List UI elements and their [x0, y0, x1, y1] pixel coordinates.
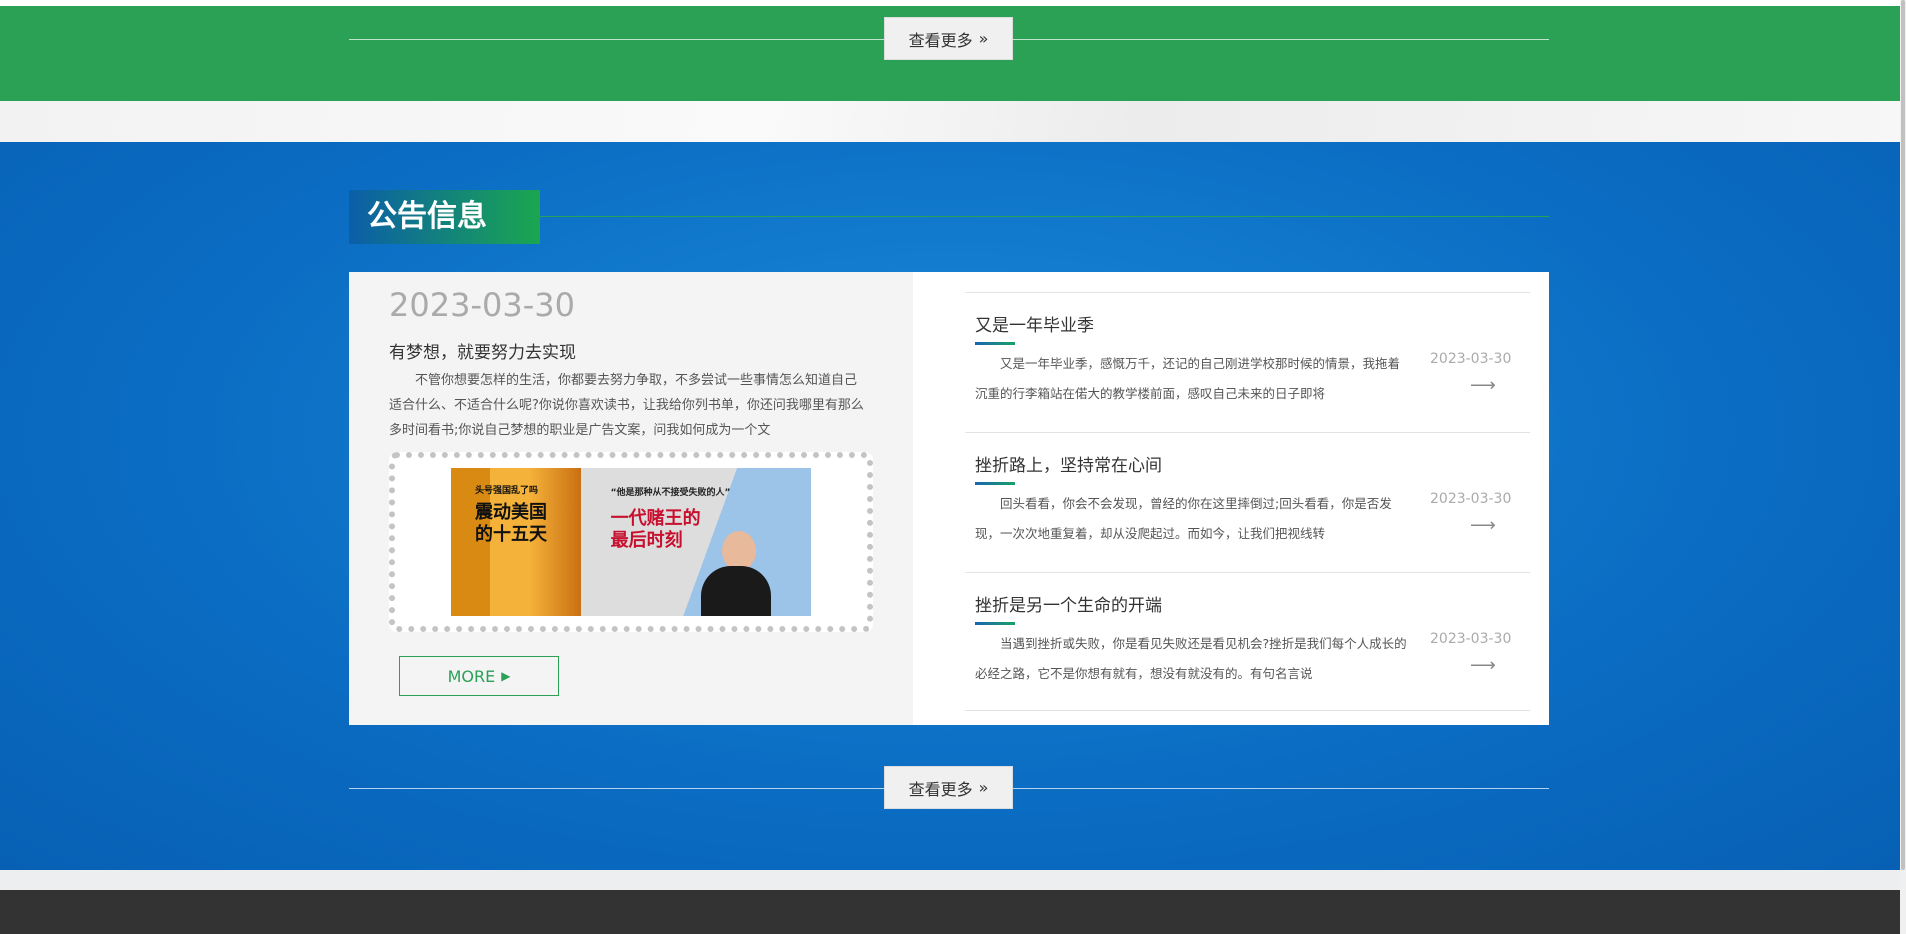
- image-text: “他是那种从不接受失败的人”: [610, 488, 731, 498]
- image-text: 的十五天: [475, 524, 547, 545]
- item-title[interactable]: 挫折是另一个生命的开端: [975, 591, 1162, 616]
- item-date: 2023-03-30: [1430, 491, 1512, 507]
- double-chevron-right-icon: »: [978, 778, 989, 797]
- view-more-button-top[interactable]: 查看更多 »: [884, 17, 1013, 60]
- separator-band: [0, 870, 1900, 890]
- list-item[interactable]: 又是一年毕业季 又是一年毕业季，感慨万千，还记的自己刚进学校那时候的情景，我拖着…: [965, 292, 1530, 432]
- item-title[interactable]: 又是一年毕业季: [975, 311, 1094, 336]
- item-body: 当遇到挫折或失败，你是看见失败还是看见机会?挫折是我们每个人成长的必经之路，它不…: [975, 636, 1407, 681]
- list-item[interactable]: 挫折是另一个生命的开端 当遇到挫折或失败，你是看见失败还是看见机会?挫折是我们每…: [965, 572, 1530, 711]
- scrollbar-thumb[interactable]: [1901, 0, 1905, 870]
- arrow-right-icon[interactable]: ⟶: [1470, 375, 1496, 396]
- title-underline: [975, 342, 1015, 345]
- featured-notice: 2023-03-30 有梦想，就要努力去实现 不管你想要怎样的生活，你都要去努力…: [349, 272, 913, 725]
- title-underline: [975, 482, 1015, 485]
- featured-body: 不管你想要怎样的生活，你都要去努力争取，不多尝试一些事情怎么知道自己适合什么、不…: [389, 373, 864, 438]
- footer: [0, 890, 1900, 934]
- section-title: 公告信息: [349, 190, 540, 244]
- featured-image: 头号强国乱了吗震动美国 的十五天 “他是那种从不接受失败的人” 一代赌王的 最后时刻: [451, 468, 811, 616]
- image-text: 一代赌王的: [610, 508, 701, 529]
- play-triangle-icon: ▶: [501, 669, 511, 683]
- separator-band: [0, 101, 1900, 142]
- section-title-line: [540, 216, 1549, 217]
- view-more-label: 查看更多: [908, 30, 973, 50]
- image-text: 震动美国: [475, 502, 547, 523]
- item-date: 2023-03-30: [1430, 351, 1512, 367]
- featured-image-frame[interactable]: 头号强国乱了吗震动美国 的十五天 “他是那种从不接受失败的人” 一代赌王的 最后时刻: [389, 452, 873, 632]
- list-item[interactable]: 挫折路上，坚持常在心间 回头看看，你会不会发现，曾经的你在这里摔倒过;回头看看，…: [965, 432, 1530, 572]
- arrow-right-icon[interactable]: ⟶: [1470, 515, 1496, 536]
- double-chevron-right-icon: »: [978, 29, 989, 48]
- item-title[interactable]: 挫折路上，坚持常在心间: [975, 451, 1162, 476]
- featured-date: 2023-03-30: [389, 286, 575, 324]
- more-label: MORE: [447, 666, 496, 686]
- more-button[interactable]: MORE ▶: [399, 656, 559, 696]
- image-text: 最后时刻: [610, 530, 683, 551]
- item-date: 2023-03-30: [1430, 631, 1512, 647]
- item-body: 回头看看，你会不会发现，曾经的你在这里摔倒过;回头看看，你是否发现，一次次地重复…: [975, 496, 1392, 541]
- view-more-label: 查看更多: [908, 779, 973, 799]
- item-body: 又是一年毕业季，感慨万千，还记的自己刚进学校那时候的情景，我拖着沉重的行李箱站在…: [975, 356, 1401, 401]
- notice-card: 2023-03-30 有梦想，就要努力去实现 不管你想要怎样的生活，你都要去努力…: [349, 272, 1549, 725]
- view-more-button[interactable]: 查看更多 »: [884, 766, 1013, 809]
- arrow-right-icon[interactable]: ⟶: [1470, 655, 1496, 676]
- person-head: [722, 531, 756, 571]
- person-body: [701, 566, 771, 616]
- title-underline: [975, 622, 1015, 625]
- featured-title[interactable]: 有梦想，就要努力去实现: [389, 338, 576, 363]
- image-text: 头号强国乱了吗: [475, 486, 539, 496]
- scrollbar[interactable]: [1900, 0, 1906, 934]
- notice-list: 又是一年毕业季 又是一年毕业季，感慨万千，还记的自己刚进学校那时候的情景，我拖着…: [965, 292, 1530, 711]
